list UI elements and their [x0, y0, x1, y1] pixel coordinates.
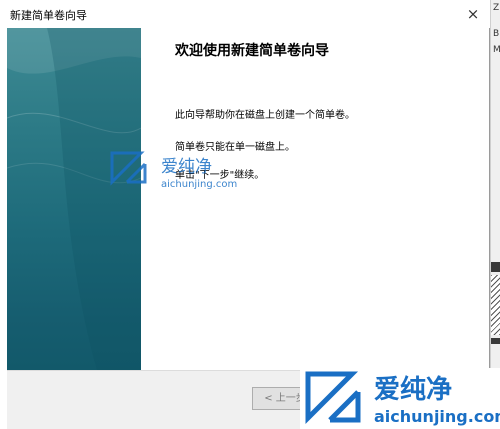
window-title: 新建简单卷向导 — [10, 9, 87, 22]
background-window-text: Z — [493, 3, 500, 13]
new-simple-volume-wizard: 新建简单卷向导 × 欢迎使用新建简单卷向导 此向导帮助你在磁盘上创建一个简单卷。… — [0, 0, 490, 429]
background-window-text: M — [493, 45, 500, 55]
wizard-heading: 欢迎使用新建简单卷向导 — [175, 43, 329, 59]
watermark-brand: 爱纯净 — [161, 157, 212, 177]
watermark-url: aichunjing.com — [374, 407, 500, 426]
wizard-description: 此向导帮助你在磁盘上创建一个简单卷。 — [175, 110, 355, 121]
background-window-bar — [491, 338, 500, 344]
watermark-logo: 爱纯净 aichunjing.com — [109, 150, 259, 190]
background-window: Z B M — [490, 0, 500, 429]
watermark-url: aichunjing.com — [161, 179, 237, 190]
close-button[interactable]: × — [462, 3, 484, 25]
title-bar[interactable]: 新建简单卷向导 × — [0, 0, 490, 28]
banner-decoration — [7, 28, 141, 370]
wizard-banner-image — [7, 28, 141, 370]
background-window-text: B — [493, 29, 500, 39]
watermark-brand: 爱纯净 — [374, 374, 452, 405]
background-window-hatch — [491, 275, 500, 335]
background-window-bar — [491, 262, 500, 272]
watermark-logo-large: 爱纯净 aichunjing.com — [300, 368, 500, 429]
